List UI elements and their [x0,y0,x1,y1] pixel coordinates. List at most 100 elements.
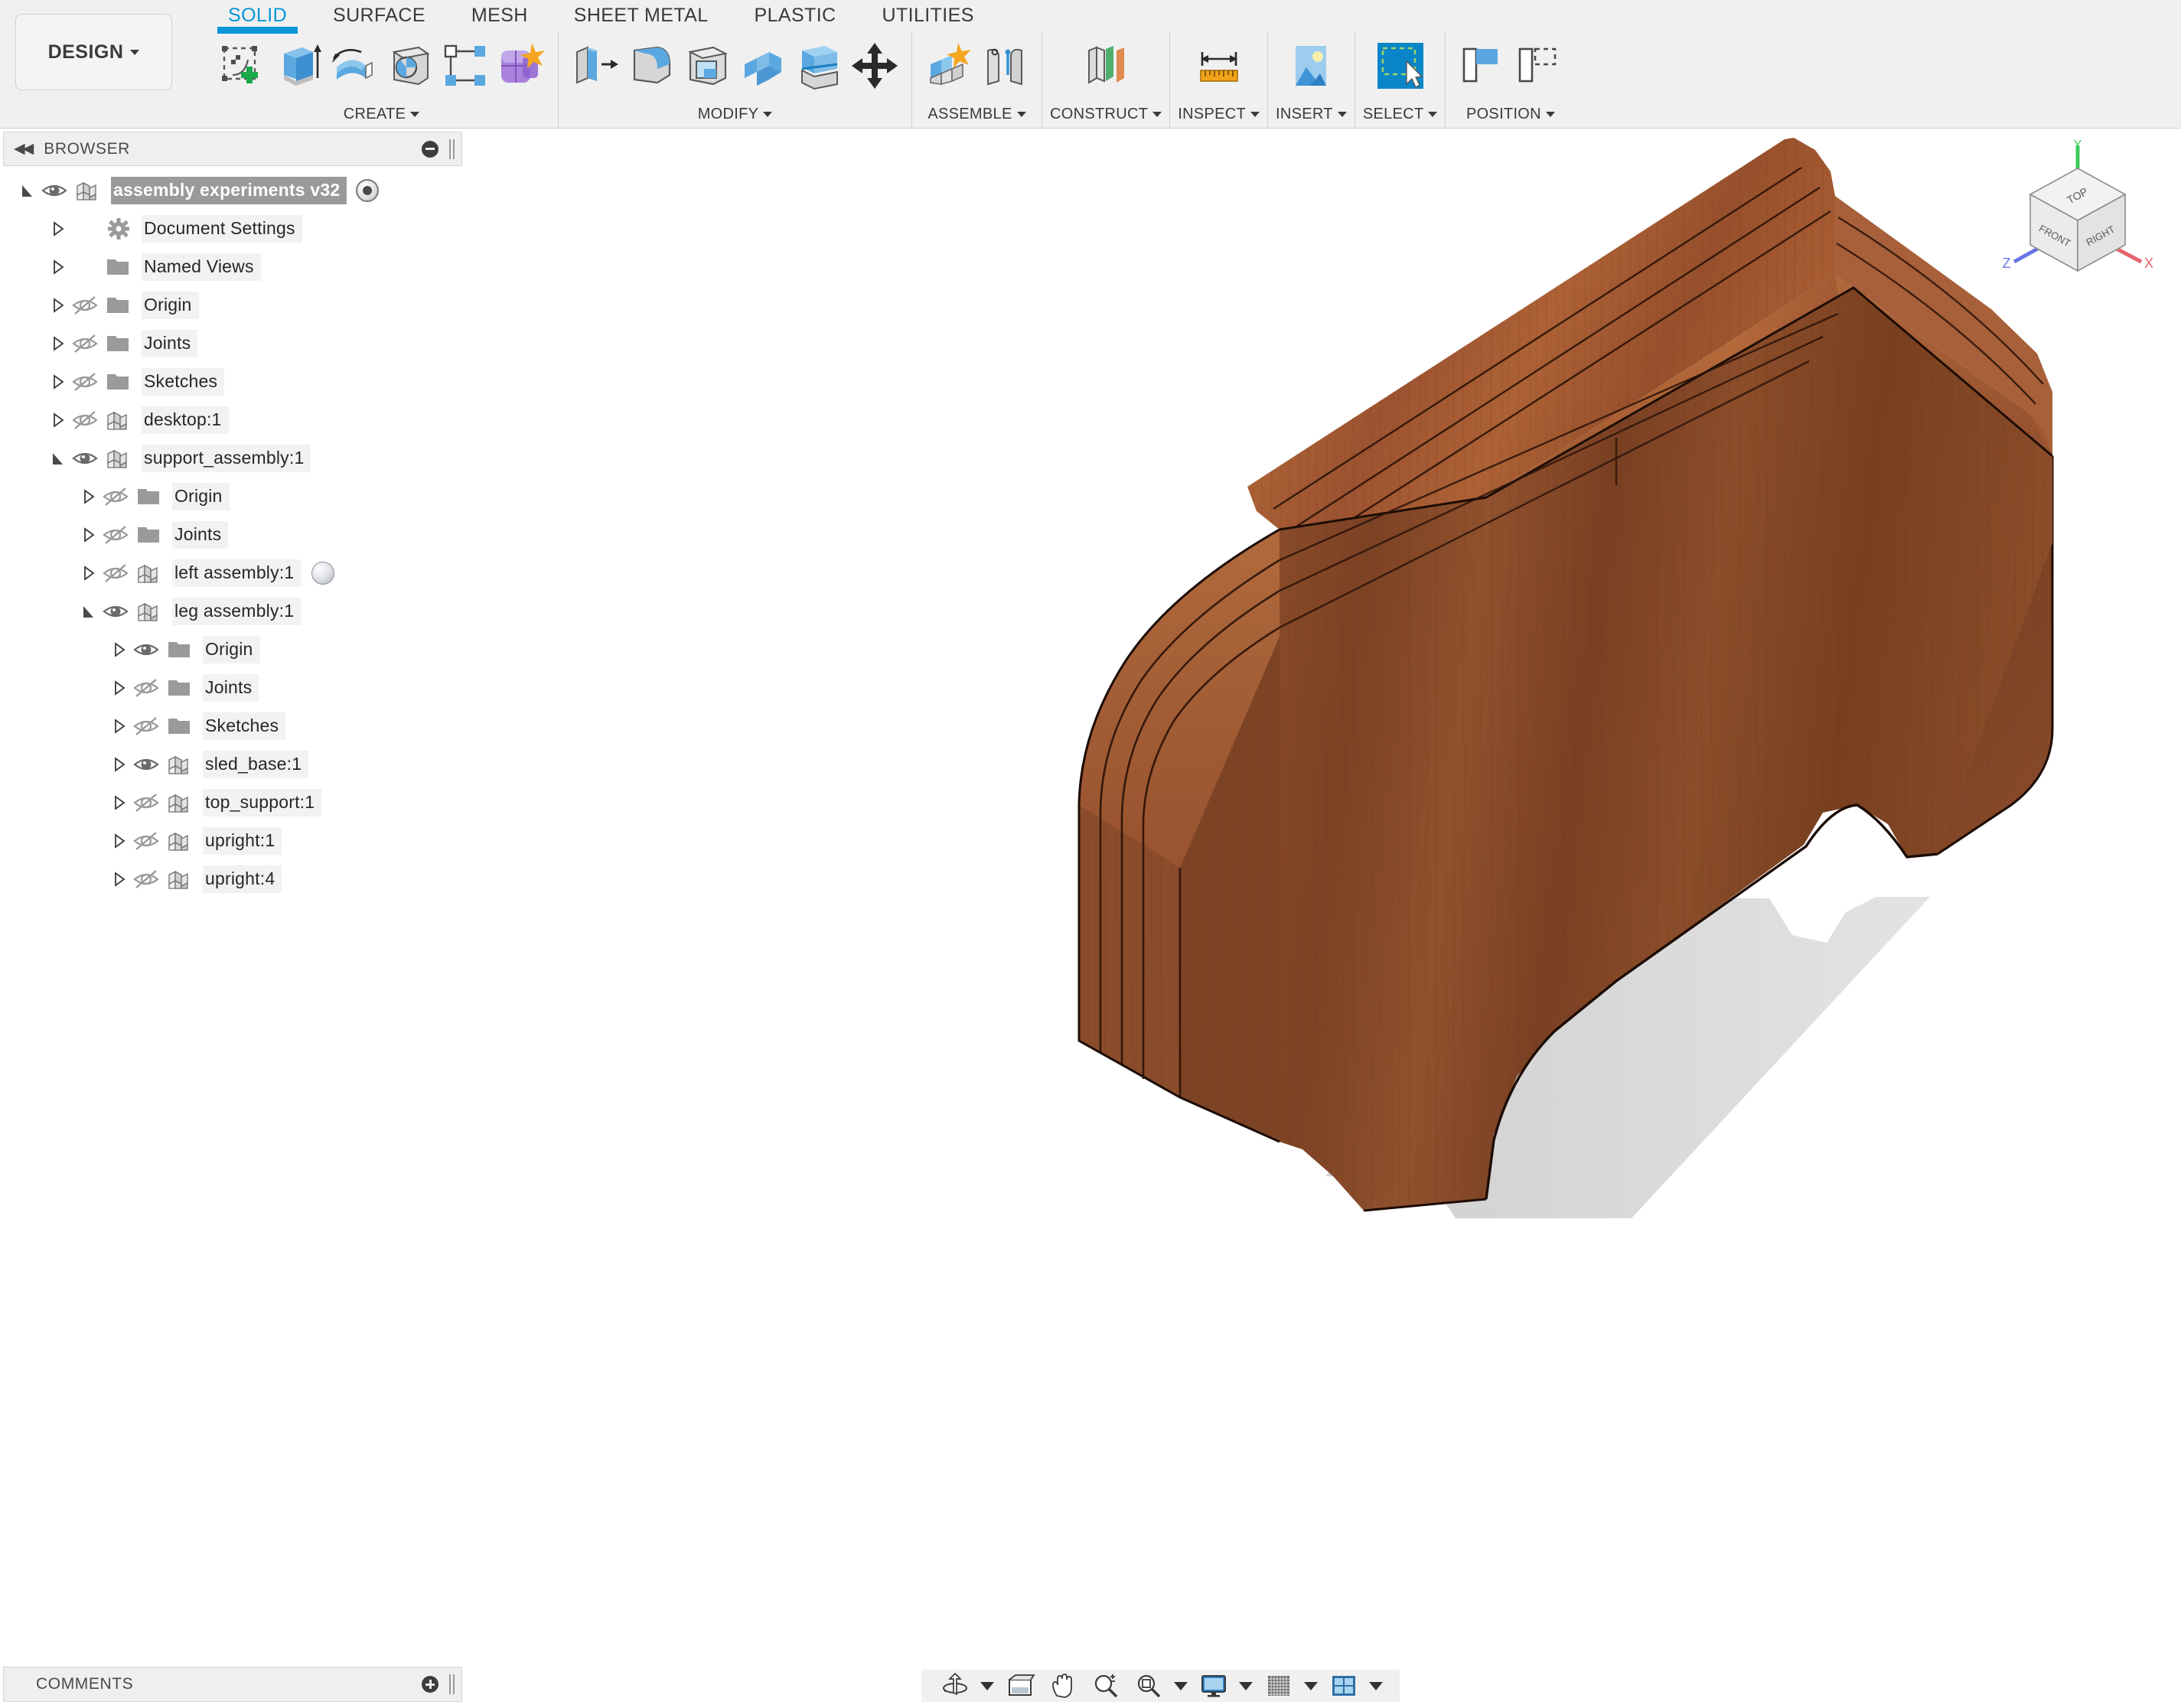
expand-triangle-icon[interactable] [110,718,127,735]
combine-icon[interactable] [497,41,546,90]
grid-snaps-icon[interactable] [1257,1673,1300,1699]
ribbon-tab-mesh[interactable]: MESH [448,0,551,31]
tree-row[interactable]: support_assembly:1 [3,439,462,478]
eye-hidden-icon[interactable] [133,793,159,813]
eye-visible-icon[interactable] [133,755,159,774]
expand-triangle-icon[interactable] [49,373,66,390]
panel-label-inspect[interactable]: INSPECT [1178,99,1260,129]
tree-row[interactable]: leg assembly:1 [3,592,462,631]
eye-hidden-icon[interactable] [133,716,159,736]
tree-row[interactable]: Named Views [3,248,462,286]
expand-triangle-icon[interactable] [110,641,127,658]
dropdown-caret-icon[interactable] [1369,1682,1383,1690]
eye-hidden-icon[interactable] [133,831,159,851]
dropdown-caret-icon[interactable] [1304,1682,1318,1690]
expand-triangle-icon[interactable] [80,488,96,505]
panel-label-construct[interactable]: CONSTRUCT [1050,99,1162,129]
eye-visible-icon[interactable] [41,181,67,200]
expand-triangle-icon[interactable] [110,833,127,849]
ribbon-tab-surface[interactable]: SURFACE [310,0,448,31]
tree-row[interactable]: assembly experiments v32 [3,171,462,210]
revolve-icon[interactable] [329,41,378,90]
ribbon-tab-plastic[interactable]: PLASTIC [732,0,859,31]
expand-triangle-icon[interactable] [110,871,127,888]
resize-grip-icon[interactable] [449,139,457,159]
shell-icon[interactable] [683,41,732,90]
panel-label-modify[interactable]: MODIFY [698,99,773,129]
sweep-icon[interactable] [385,41,434,90]
eye-hidden-icon[interactable] [72,295,98,315]
fillet-icon[interactable] [627,41,676,90]
dropdown-caret-icon[interactable] [980,1682,994,1690]
tree-row[interactable]: sled_base:1 [3,745,462,784]
move-position-icon[interactable] [1514,41,1563,90]
tree-row[interactable]: Sketches [3,363,462,401]
viewports-icon[interactable] [1322,1673,1365,1699]
eye-hidden-icon[interactable] [103,563,129,583]
pan-icon[interactable] [1042,1673,1084,1699]
split-face-icon[interactable] [794,41,843,90]
collapse-triangle-icon[interactable] [49,450,66,467]
collapse-triangle-icon[interactable] [80,603,96,620]
insert-image-icon[interactable] [1286,41,1335,90]
expand-triangle-icon[interactable] [110,680,127,696]
measure-icon[interactable] [1195,41,1244,90]
tree-row[interactable]: Origin [3,286,462,324]
sled-base-model[interactable] [468,132,2181,1676]
draft-icon[interactable] [738,41,787,90]
panel-label-create[interactable]: CREATE [344,99,419,129]
expand-triangle-icon[interactable] [80,526,96,543]
tree-row[interactable]: Joints [3,516,462,554]
fit-icon[interactable] [1127,1673,1170,1699]
eye-hidden-icon[interactable] [133,869,159,889]
tree-row[interactable]: top_support:1 [3,784,462,822]
press-pull-icon[interactable] [571,41,620,90]
tree-row[interactable]: Document Settings [3,210,462,248]
align-icon[interactable] [1458,41,1507,90]
expand-triangle-icon[interactable] [110,756,127,773]
expand-triangle-icon[interactable] [110,794,127,811]
panel-label-insert[interactable]: INSERT [1276,99,1347,129]
view-cube-body[interactable]: TOP FRONT RIGHT [2030,168,2125,271]
panel-label-position[interactable]: POSITION [1466,99,1555,129]
workspace-switcher-button[interactable]: DESIGN [15,14,172,90]
dropdown-caret-icon[interactable] [1174,1682,1188,1690]
eye-hidden-icon[interactable] [103,487,129,507]
eye-hidden-icon[interactable] [103,525,129,545]
resize-grip-icon[interactable] [449,1674,457,1694]
display-settings-icon[interactable] [1192,1673,1235,1699]
zoom-icon[interactable] [1084,1673,1127,1699]
expand-triangle-icon[interactable] [80,565,96,582]
ribbon-tab-sheet-metal[interactable]: SHEET METAL [551,0,732,31]
minimize-icon[interactable] [422,141,438,158]
tree-row[interactable]: left assembly:1 [3,554,462,592]
eye-hidden-icon[interactable] [72,334,98,354]
panel-label-select[interactable]: SELECT [1363,99,1438,129]
ribbon-tab-utilities[interactable]: UTILITIES [859,0,997,31]
ribbon-tab-solid[interactable]: SOLID [205,0,310,31]
eye-hidden-icon[interactable] [72,372,98,392]
tree-row[interactable]: upright:4 [3,860,462,898]
eye-hidden-icon[interactable] [72,410,98,430]
orbit-icon[interactable] [934,1673,976,1699]
expand-triangle-icon[interactable] [49,220,66,237]
eye-hidden-icon[interactable] [133,678,159,698]
expand-triangle-icon[interactable] [49,335,66,352]
joint-icon[interactable] [980,41,1029,90]
collapse-triangle-icon[interactable] [18,182,35,199]
tree-row[interactable]: upright:1 [3,822,462,860]
expand-triangle-icon[interactable] [49,297,66,314]
collapse-left-icon[interactable]: ◀◀ [14,140,31,158]
new-component-icon[interactable] [924,41,973,90]
eye-visible-icon[interactable] [72,448,98,468]
tree-row[interactable]: desktop:1 [3,401,462,439]
expand-triangle-icon[interactable] [49,259,66,275]
offset-plane-icon[interactable] [1081,41,1130,90]
tree-row[interactable]: Origin [3,478,462,516]
create-sketch-icon[interactable] [217,41,266,90]
view-cube[interactable]: Y X Z TOP FRONT RIGHT [1997,139,2158,292]
model-canvas[interactable]: Y X Z TOP FRONT RIGHT [468,132,2181,1676]
tree-row[interactable]: Sketches [3,707,462,745]
look-at-icon[interactable] [999,1673,1042,1699]
move-copy-icon[interactable] [850,41,899,90]
